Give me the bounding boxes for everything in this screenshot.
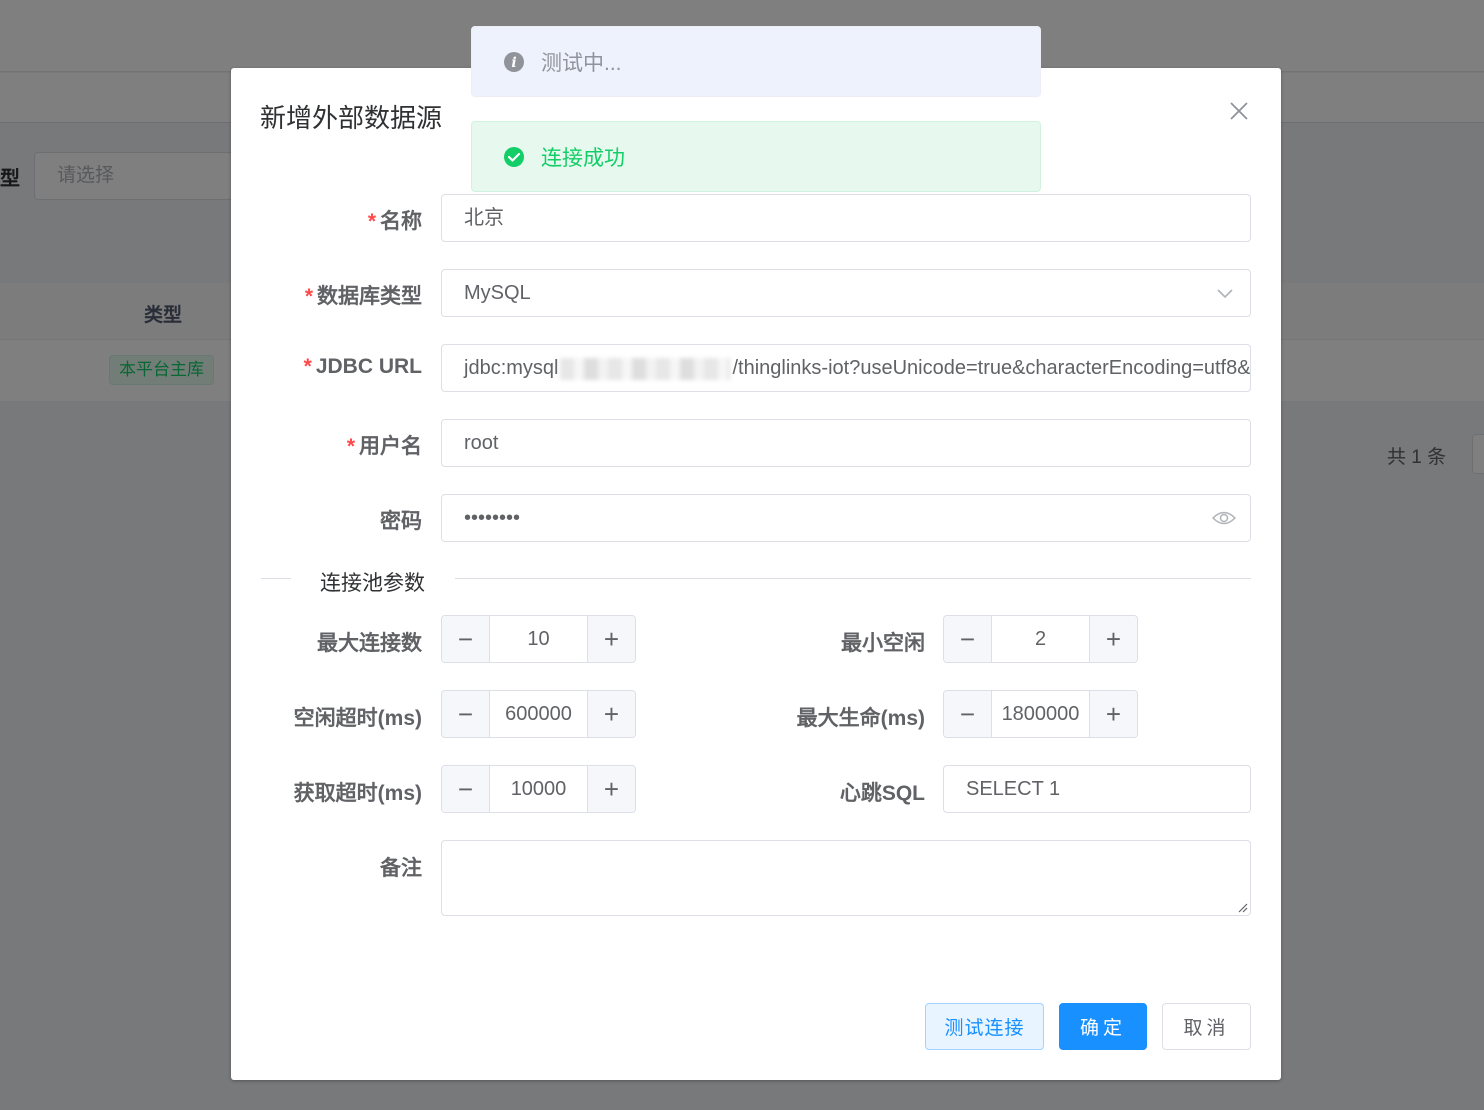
max-lifetime-value[interactable]: 1800000 xyxy=(992,691,1089,737)
plus-icon[interactable]: + xyxy=(1089,616,1137,662)
pool-section-title: 连接池参数 xyxy=(320,572,425,595)
divider-line-left xyxy=(261,578,291,579)
max-connections-value[interactable]: 10 xyxy=(490,616,587,662)
min-idle-stepper: − 2 + xyxy=(943,615,1138,663)
acquire-timeout-stepper: − 10000 + xyxy=(441,765,636,813)
name-input[interactable]: 北京 xyxy=(441,194,1251,242)
db-type-select[interactable]: MySQL xyxy=(441,269,1251,317)
idle-timeout-label: 空闲超时(ms) xyxy=(293,707,422,730)
name-label: * 名称 xyxy=(367,210,422,233)
divider-line-right xyxy=(455,578,1251,579)
idle-timeout-value[interactable]: 600000 xyxy=(490,691,587,737)
username-label: * 用户名 xyxy=(346,435,422,458)
acquire-timeout-value[interactable]: 10000 xyxy=(490,766,587,812)
min-idle-label: 最小空闲 xyxy=(841,632,925,655)
plus-icon[interactable]: + xyxy=(587,691,635,737)
max-lifetime-stepper: − 1800000 + xyxy=(943,690,1138,738)
plus-icon[interactable]: + xyxy=(587,616,635,662)
minus-icon[interactable]: − xyxy=(944,616,992,662)
test-connection-button[interactable]: 测试连接 xyxy=(925,1003,1044,1050)
remark-label: 备注 xyxy=(380,857,422,880)
password-input[interactable]: •••••••• xyxy=(441,494,1251,542)
redacted-host-blur xyxy=(560,357,731,380)
cancel-button[interactable]: 取消 xyxy=(1162,1003,1251,1050)
acquire-timeout-label: 获取超时(ms) xyxy=(293,782,422,805)
confirm-button[interactable]: 确定 xyxy=(1059,1003,1147,1050)
max-connections-label: 最大连接数 xyxy=(317,632,422,655)
success-message-text: 连接成功 xyxy=(541,146,625,170)
min-idle-value[interactable]: 2 xyxy=(992,616,1089,662)
jdbc-url-label: * JDBC URL xyxy=(303,355,422,378)
jdbc-url-input[interactable]: jdbc:mysql/thinglinks-iot?useUnicode=tru… xyxy=(441,344,1251,392)
heartbeat-sql-label: 心跳SQL xyxy=(839,782,925,805)
db-type-label: * 数据库类型 xyxy=(304,285,422,308)
password-label: 密码 xyxy=(380,510,422,533)
dialog-title: 新增外部数据源 xyxy=(260,103,443,133)
remark-textarea[interactable] xyxy=(441,840,1251,916)
minus-icon[interactable]: − xyxy=(944,691,992,737)
eye-icon[interactable] xyxy=(1212,508,1236,528)
success-check-icon xyxy=(504,146,524,167)
success-message: 连接成功 xyxy=(471,121,1041,192)
idle-timeout-stepper: − 600000 + xyxy=(441,690,636,738)
max-connections-stepper: − 10 + xyxy=(441,615,636,663)
heartbeat-sql-input[interactable]: SELECT 1 xyxy=(943,765,1251,813)
info-message: i 测试中... xyxy=(471,26,1041,97)
minus-icon[interactable]: − xyxy=(442,616,490,662)
close-icon[interactable] xyxy=(1228,100,1250,122)
add-datasource-dialog: 新增外部数据源 * 名称 北京 * 数据库类型 MySQL * JDBC URL jd… xyxy=(231,68,1281,1080)
max-lifetime-label: 最大生命(ms) xyxy=(796,707,925,730)
chevron-down-icon xyxy=(1217,289,1233,299)
svg-text:i: i xyxy=(511,55,516,71)
username-input[interactable]: root xyxy=(441,419,1251,467)
resize-handle-icon[interactable] xyxy=(1236,901,1248,913)
plus-icon[interactable]: + xyxy=(587,766,635,812)
minus-icon[interactable]: − xyxy=(442,691,490,737)
plus-icon[interactable]: + xyxy=(1089,691,1137,737)
info-message-text: 测试中... xyxy=(541,51,622,75)
minus-icon[interactable]: − xyxy=(442,766,490,812)
info-icon: i xyxy=(504,51,524,72)
